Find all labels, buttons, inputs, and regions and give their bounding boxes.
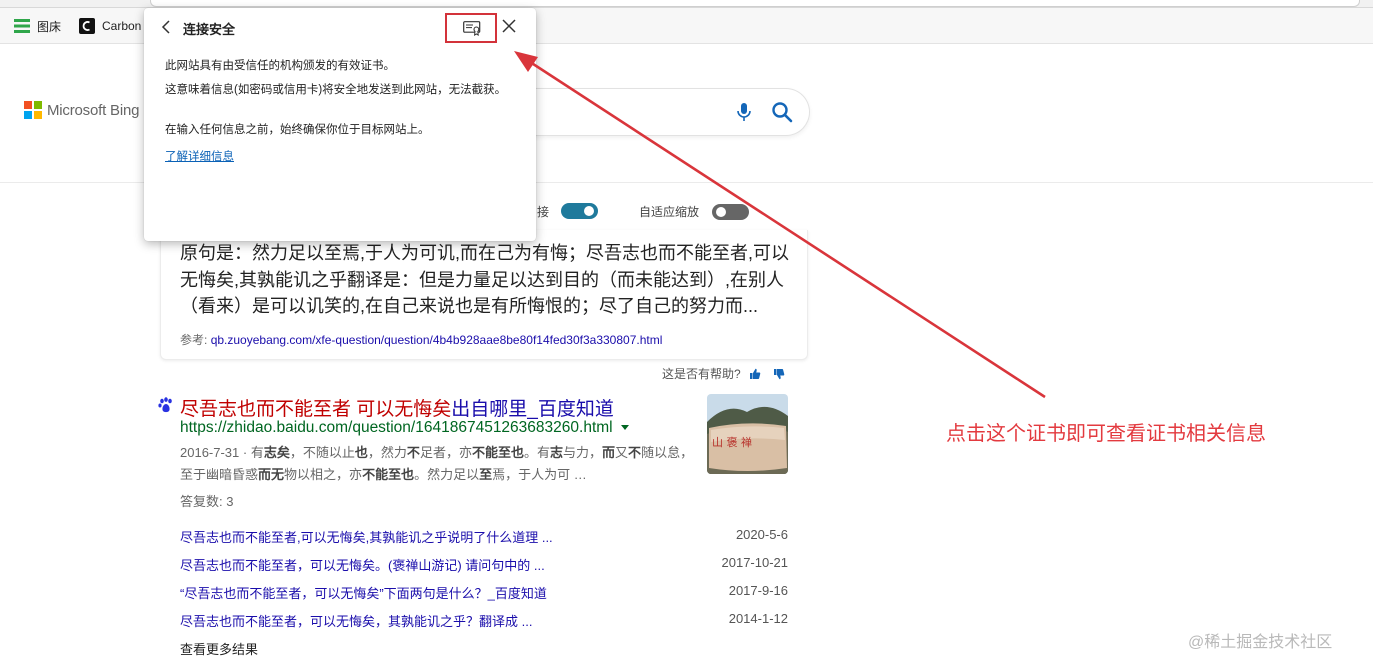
annotation-text: 点击这个证书即可查看证书相关信息	[946, 423, 1266, 445]
annotation-arrow	[514, 51, 1046, 399]
watermark: @稀土掘金技术社区	[1188, 634, 1333, 651]
